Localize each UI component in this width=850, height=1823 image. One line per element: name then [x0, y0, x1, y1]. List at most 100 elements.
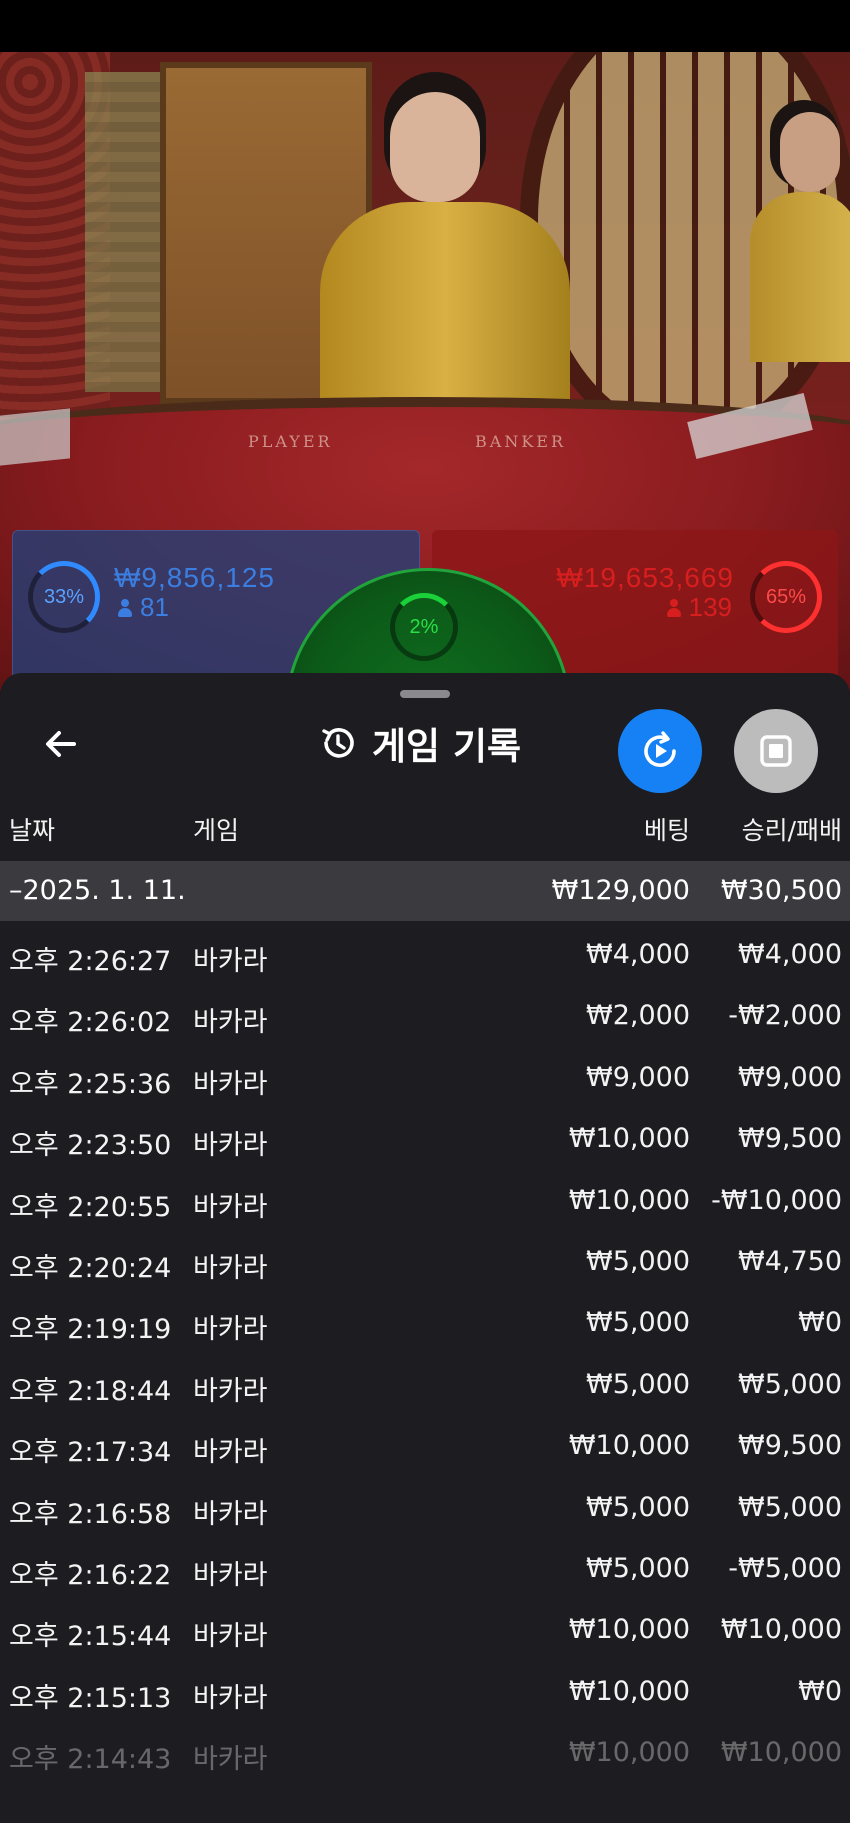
row-time: 오후 2:20:55 [9, 1191, 172, 1223]
column-win-loss: 승리/패배 [741, 816, 842, 845]
row-win-loss: ₩10,000 [720, 1614, 842, 1646]
column-game: 게임 [193, 816, 240, 845]
row-game: 바카라 [193, 1621, 268, 1653]
history-icon [322, 728, 354, 758]
row-bet: ₩10,000 [568, 1675, 690, 1707]
row-bet: ₩9,000 [586, 1061, 690, 1093]
person-icon [118, 599, 132, 617]
row-bet: ₩5,000 [586, 1491, 690, 1523]
history-row[interactable]: 오후 2:26:02 바카라 ₩2,000 -₩2,000 [0, 986, 850, 1047]
row-time: 오후 2:17:34 [9, 1437, 172, 1469]
history-list: 오후 2:26:27 바카라 ₩4,000 ₩4,000 오후 2:26:02 바카라 ₩… [0, 925, 850, 1784]
banker-bettor-count: 139 [666, 592, 732, 623]
player-percent: 33% [43, 585, 85, 608]
row-bet: ₩5,000 [586, 1245, 690, 1277]
table-header: 날짜 게임 베팅 승리/패배 [0, 799, 850, 849]
card-shoe [0, 408, 70, 466]
column-date: 날짜 [9, 816, 56, 845]
row-win-loss: ₩4,000 [738, 939, 842, 970]
row-game: 바카라 [193, 1252, 268, 1284]
history-row[interactable]: 오후 2:20:55 바카라 ₩10,000 -₩10,000 [0, 1171, 850, 1232]
row-game: 바카라 [193, 1007, 268, 1039]
banker-bet-amount: ₩19,653,669 [556, 562, 734, 593]
history-row[interactable]: 오후 2:16:22 바카라 ₩5,000 -₩5,000 [0, 1539, 850, 1600]
row-win-loss: ₩5,000 [738, 1368, 842, 1400]
row-win-loss: ₩0 [798, 1307, 842, 1339]
page-title: 게임 기록 [372, 725, 522, 768]
history-row[interactable]: 오후 2:15:13 바카라 ₩10,000 ₩0 [0, 1662, 850, 1723]
row-time: 오후 2:20:24 [9, 1252, 172, 1284]
group-bet-total: ₩129,000 [551, 875, 690, 906]
row-bet: ₩4,000 [586, 939, 690, 970]
row-bet: ₩10,000 [568, 1123, 690, 1155]
player-bettor-count: 81 [118, 592, 169, 623]
row-time: 오후 2:25:36 [9, 1068, 172, 1100]
history-row[interactable]: 오후 2:23:50 바카라 ₩10,000 ₩9,500 [0, 1109, 850, 1170]
row-bet: ₩10,000 [568, 1430, 690, 1462]
game-history-sheet: 게임 기록 날짜 게임 베팅 승리/패배 –2025. 1. 11. ₩129,… [0, 673, 850, 1823]
row-win-loss: ₩0 [798, 1675, 842, 1707]
row-win-loss: -₩5,000 [728, 1552, 842, 1584]
row-time: 오후 2:18:44 [9, 1375, 172, 1407]
column-bet: 베팅 [643, 816, 690, 845]
replay-button[interactable] [618, 709, 702, 793]
stop-button[interactable] [734, 709, 818, 793]
player-percent-ring: 33% [28, 561, 100, 633]
row-time: 오후 2:19:19 [9, 1314, 172, 1346]
back-arrow-icon [46, 731, 76, 757]
group-win-loss-total: ₩30,500 [720, 875, 842, 906]
player-count: 81 [140, 592, 169, 622]
dealer [320, 92, 580, 442]
replay-icon [644, 731, 676, 767]
history-row[interactable]: 오후 2:25:36 바카라 ₩9,000 ₩9,000 [0, 1048, 850, 1109]
table-label-banker: BANKER [475, 432, 566, 451]
background-dealer [750, 112, 850, 362]
row-win-loss: ₩9,500 [738, 1123, 842, 1155]
history-row[interactable]: 오후 2:15:44 바카라 ₩10,000 ₩10,000 [0, 1600, 850, 1661]
row-time: 오후 2:26:02 [9, 1007, 172, 1039]
row-bet: ₩10,000 [568, 1737, 690, 1769]
row-bet: ₩5,000 [586, 1368, 690, 1400]
row-bet: ₩10,000 [568, 1184, 690, 1216]
status-bar [0, 0, 850, 52]
row-bet: ₩2,000 [586, 1000, 690, 1032]
row-time: 오후 2:23:50 [9, 1130, 172, 1162]
row-win-loss: ₩9,000 [738, 1061, 842, 1093]
player-bet-amount: ₩9,856,125 [114, 562, 275, 593]
history-row[interactable]: 오후 2:17:34 바카라 ₩10,000 ₩9,500 [0, 1416, 850, 1477]
back-button[interactable] [40, 723, 82, 765]
history-row[interactable]: 오후 2:19:19 바카라 ₩5,000 ₩0 [0, 1293, 850, 1354]
row-time: 오후 2:15:13 [9, 1682, 172, 1714]
row-bet: ₩10,000 [568, 1614, 690, 1646]
history-row[interactable]: 오후 2:26:27 바카라 ₩4,000 ₩4,000 [0, 925, 850, 986]
row-game: 바카라 [193, 1314, 268, 1346]
row-time: 오후 2:14:43 [9, 1744, 172, 1776]
tie-percent-ring: 2% [390, 593, 458, 661]
history-row[interactable]: 오후 2:18:44 바카라 ₩5,000 ₩5,000 [0, 1355, 850, 1416]
date-group-row[interactable]: –2025. 1. 11. ₩129,000 ₩30,500 [0, 861, 850, 921]
history-row[interactable]: 오후 2:16:58 바카라 ₩5,000 ₩5,000 [0, 1478, 850, 1539]
row-win-loss: -₩10,000 [711, 1184, 842, 1216]
drag-handle[interactable] [400, 690, 450, 698]
history-row[interactable]: 오후 2:20:24 바카라 ₩5,000 ₩4,750 [0, 1232, 850, 1293]
folding-screen-left [85, 72, 165, 392]
sheet-header: 게임 기록 [318, 717, 521, 769]
row-game: 바카라 [193, 1559, 268, 1591]
row-game: 바카라 [193, 1130, 268, 1162]
row-bet: ₩5,000 [586, 1552, 690, 1584]
banker-count: 139 [688, 592, 732, 622]
stop-icon [760, 735, 792, 767]
table-label-player: PLAYER [248, 432, 333, 451]
row-win-loss: -₩2,000 [728, 1000, 842, 1032]
row-bet: ₩5,000 [586, 1307, 690, 1339]
row-win-loss: ₩4,750 [738, 1245, 842, 1277]
history-row[interactable]: 오후 2:14:43 바카라 ₩10,000 ₩10,000 [0, 1723, 850, 1784]
row-win-loss: ₩10,000 [720, 1737, 842, 1769]
row-game: 바카라 [193, 1682, 268, 1714]
row-time: 오후 2:16:58 [9, 1498, 172, 1530]
row-game: 바카라 [193, 1375, 268, 1407]
row-time: 오후 2:26:27 [9, 946, 172, 977]
row-win-loss: ₩5,000 [738, 1491, 842, 1523]
row-game: 바카라 [193, 1437, 268, 1469]
banker-percent-ring: 65% [750, 561, 822, 633]
